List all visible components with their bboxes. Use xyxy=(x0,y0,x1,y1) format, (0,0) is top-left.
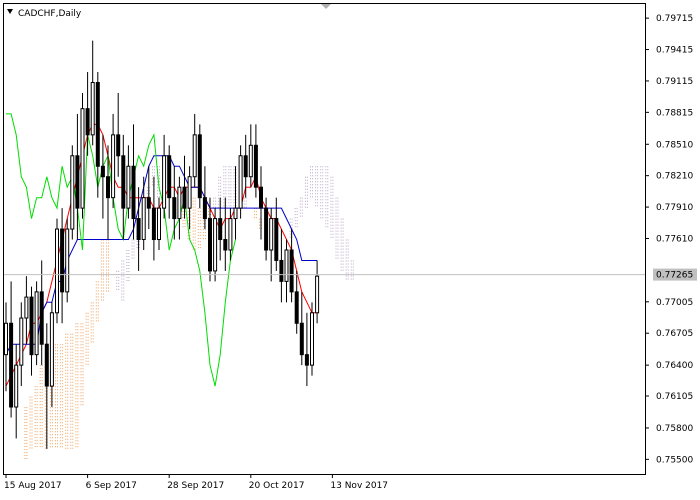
price-label-text: 0.77265 xyxy=(656,271,693,281)
candle-body xyxy=(279,259,284,282)
candle-body xyxy=(126,165,131,209)
candle-body xyxy=(304,354,309,366)
candle-body xyxy=(228,218,233,251)
candle-body xyxy=(24,296,29,319)
candle-body xyxy=(167,155,172,199)
candle-body xyxy=(116,134,121,157)
price-axis[interactable]: 0.79715 0.79415 0.79115 0.78815 0.78510 0.782… xyxy=(645,14,693,465)
candle-body xyxy=(248,144,253,178)
x-tick-label: 13 Nov 2017 xyxy=(330,481,388,491)
price-chart[interactable]: 0.79715 0.79415 0.79115 0.78815 0.78510 0.782… xyxy=(0,0,700,500)
candle-body xyxy=(65,228,70,293)
time-axis[interactable]: 15 Aug 2017 6 Sep 2017 28 Sep 2017 20 Oct 2… xyxy=(4,474,388,491)
y-tick-label: 0.79715 xyxy=(656,14,693,24)
candle-body xyxy=(111,134,116,199)
y-tick-label: 0.76400 xyxy=(656,361,693,371)
candle-body xyxy=(202,197,207,220)
candle-body xyxy=(80,108,85,209)
y-tick-label: 0.78815 xyxy=(656,108,693,118)
y-tick-label: 0.79115 xyxy=(656,77,693,87)
candle-body xyxy=(39,291,44,345)
y-tick-label: 0.78210 xyxy=(656,172,693,182)
candle-body xyxy=(233,207,238,220)
candle-body xyxy=(146,197,151,209)
candle-body xyxy=(136,218,141,241)
candle-body xyxy=(106,176,110,199)
x-tick-label: 28 Sep 2017 xyxy=(167,481,224,491)
candle-body xyxy=(294,291,299,324)
y-tick-label: 0.77910 xyxy=(656,203,693,213)
scroll-marker-icon[interactable] xyxy=(321,4,331,9)
candlesticks xyxy=(4,40,320,449)
chart-title: CADCHF,Daily xyxy=(18,9,82,19)
candle-body xyxy=(187,176,192,209)
candle-body xyxy=(121,155,126,209)
candle-body xyxy=(29,296,34,356)
candle-body xyxy=(274,218,279,261)
x-tick-label: 6 Sep 2017 xyxy=(86,481,137,491)
current-price-label: 0.77265 xyxy=(653,268,697,281)
candle-body xyxy=(213,218,218,272)
y-tick-label: 0.75800 xyxy=(656,424,693,434)
candle-body xyxy=(299,322,304,356)
candle-body xyxy=(172,197,177,220)
candle-body xyxy=(100,165,105,178)
candle-body xyxy=(95,82,100,167)
y-tick-label: 0.76705 xyxy=(656,329,693,339)
candle-body xyxy=(253,144,258,188)
candle-body xyxy=(60,228,65,293)
candle-body xyxy=(177,186,182,220)
candle-body xyxy=(141,197,146,241)
candle-body xyxy=(14,364,19,408)
candle-body xyxy=(310,312,314,366)
candle-body xyxy=(197,134,202,199)
candle-body xyxy=(151,207,156,241)
candle-body xyxy=(44,343,49,387)
y-tick-label: 0.79415 xyxy=(656,46,693,56)
x-tick-label: 15 Aug 2017 xyxy=(4,481,62,491)
x-tick-label: 20 Oct 2017 xyxy=(249,481,305,491)
candle-body xyxy=(315,275,320,314)
candle-body xyxy=(208,218,212,272)
candle-body xyxy=(19,317,24,366)
candle-body xyxy=(4,322,8,356)
candle-body xyxy=(75,155,80,209)
candle-body xyxy=(90,82,95,136)
candle-body xyxy=(259,186,263,209)
triangle-down-icon[interactable] xyxy=(7,9,13,14)
candle-body xyxy=(162,155,167,209)
candle-body xyxy=(218,218,223,241)
candle-body xyxy=(182,186,187,209)
candle-body xyxy=(284,249,289,282)
candle-body xyxy=(223,239,228,251)
candle-body xyxy=(34,291,39,356)
candle-body xyxy=(157,207,161,241)
candle-body xyxy=(243,155,248,178)
candle-body xyxy=(85,108,90,136)
y-tick-label: 0.78510 xyxy=(656,140,693,150)
candle-body xyxy=(9,322,14,408)
y-tick-label: 0.75500 xyxy=(656,455,693,465)
candle-body xyxy=(289,249,294,293)
candle-body xyxy=(269,218,274,251)
y-tick-label: 0.76105 xyxy=(656,392,693,402)
candle-body xyxy=(264,207,269,251)
y-tick-label: 0.77005 xyxy=(656,298,693,308)
candle-body xyxy=(55,228,59,314)
candle-body xyxy=(192,134,197,178)
candle-body xyxy=(70,155,75,230)
candle-body xyxy=(131,165,136,220)
candle-body xyxy=(238,155,243,209)
candle-body xyxy=(49,312,54,387)
y-tick-label: 0.77610 xyxy=(656,234,693,244)
